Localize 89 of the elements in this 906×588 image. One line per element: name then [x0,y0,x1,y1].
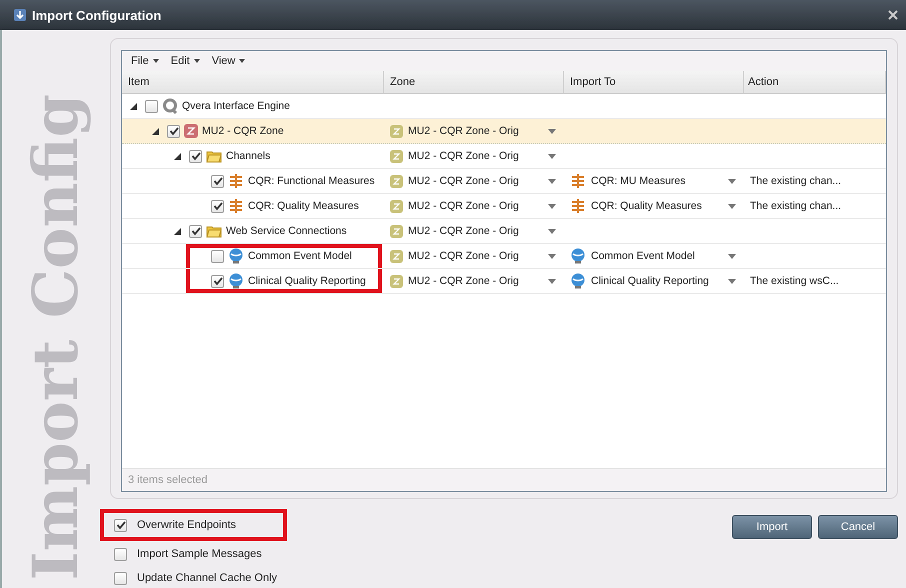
dropdown-caret-icon[interactable] [728,278,736,284]
menu-item[interactable]: File [131,55,149,67]
caret-icon [194,59,200,63]
checkbox[interactable] [211,274,224,288]
table-row[interactable]: Common Event Model MU2 - CQR Zone - Orig Common Event Model [122,244,886,269]
dropdown-caret-icon[interactable] [548,154,556,158]
channel-icon [228,173,244,189]
globe-icon [570,248,586,264]
option-label: Overwrite Endpoints [137,519,236,531]
table-row[interactable]: MU2 - CQR Zone MU2 - CQR Zone - Orig [122,119,886,144]
dropdown-caret-icon[interactable] [548,204,556,208]
dropdown-caret-icon[interactable] [548,128,556,134]
expand-icon[interactable] [152,128,159,134]
item-name: Channels [226,150,270,162]
channel-icon [570,198,586,214]
expand-icon[interactable] [130,102,137,110]
folder-icon [206,224,222,238]
window-title: Import Configuration [32,8,162,22]
import-target: Clinical Quality Reporting [591,275,709,287]
zone-value: MU2 - CQR Zone - Orig [408,250,519,262]
dropdown-caret-icon[interactable] [548,228,556,234]
checkbox[interactable] [145,100,158,112]
zone-icon [390,200,403,212]
zone-value: MU2 - CQR Zone - Orig [408,150,519,162]
globe-icon [228,273,244,289]
zone-icon [390,224,403,238]
import-target: CQR: MU Measures [591,175,686,187]
zone-value: MU2 - CQR Zone - Orig [408,200,519,212]
dropdown-caret-icon[interactable] [548,178,556,184]
column-header[interactable]: Item [122,71,384,93]
folder-icon [206,149,222,163]
checkbox[interactable] [114,572,127,584]
import-icon [14,9,26,21]
import-button[interactable]: Import [732,515,812,539]
zone-value: MU2 - CQR Zone - Orig [408,175,519,187]
checkbox[interactable] [189,150,202,162]
dropdown-caret-icon[interactable] [548,278,556,284]
checkbox[interactable] [211,200,224,212]
dropdown-caret-icon[interactable] [728,204,736,208]
zone-icon [390,250,403,262]
zone-icon [390,150,403,162]
column-header[interactable]: Import To [564,71,744,93]
item-name: CQR: Quality Measures [248,200,359,212]
import-target: CQR: Quality Measures [591,200,702,212]
channel-icon [570,173,586,189]
zone-icon [390,174,403,188]
item-name: Web Service Connections [226,225,347,237]
close-icon[interactable] [888,10,898,20]
zone-icon [390,274,403,288]
action-text: The existing chan... [750,200,842,212]
expand-icon[interactable] [174,152,181,160]
checkbox[interactable] [167,124,180,138]
column-header[interactable]: Zone [384,71,564,93]
zone-value: MU2 - CQR Zone - Orig [408,125,519,137]
globe-icon [228,248,244,264]
checkbox[interactable] [211,174,224,188]
dropdown-caret-icon[interactable] [728,254,736,258]
item-name: CQR: Functional Measures [248,175,375,187]
dropdown-caret-icon[interactable] [728,178,736,184]
checkbox[interactable] [114,548,127,560]
import-target: Common Event Model [591,250,695,262]
menu-item[interactable]: View [212,55,236,67]
zone-value: MU2 - CQR Zone - Orig [408,225,519,237]
zone-icon [184,124,198,138]
caret-icon [152,59,159,63]
action-text: The existing chan... [750,175,842,187]
zone-value: MU2 - CQR Zone - Orig [408,275,519,287]
option-label: Import Sample Messages [137,548,262,560]
column-header[interactable]: Action [744,71,886,93]
zone-icon [390,124,403,138]
globe-icon [570,273,586,289]
checkbox[interactable] [114,518,127,532]
q-logo-icon [162,98,178,114]
item-name: Common Event Model [248,250,352,262]
item-name: Qvera Interface Engine [182,100,290,112]
expand-icon[interactable] [174,228,181,234]
item-name: MU2 - CQR Zone [202,125,284,137]
table-row[interactable]: Clinical Quality Reporting MU2 - CQR Zone - Orig Clinical Quality Reporting The existing wsC... [122,269,886,294]
cancel-button[interactable]: Cancel [818,515,898,539]
channel-icon [228,198,244,214]
item-name: Clinical Quality Reporting [248,275,366,287]
option-label: Update Channel Cache Only [137,572,278,584]
action-text: The existing wsC... [750,275,839,287]
checkbox[interactable] [211,250,224,262]
checkbox[interactable] [189,224,202,238]
status-text: 3 items selected [122,468,886,491]
dropdown-caret-icon[interactable] [548,254,556,258]
menu-item[interactable]: Edit [170,55,190,67]
caret-icon [239,59,246,63]
